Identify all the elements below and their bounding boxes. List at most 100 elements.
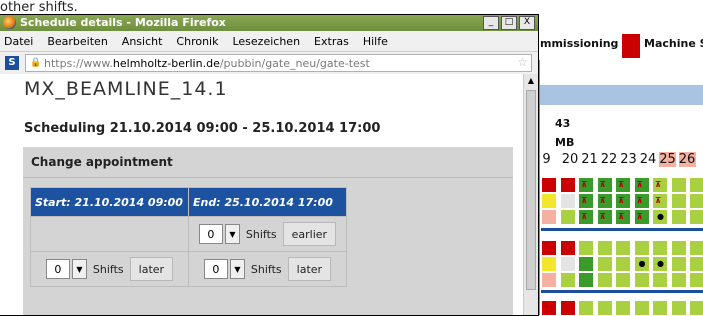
earlier-button[interactable]: earlier: [282, 222, 337, 246]
day-number: 24: [639, 152, 657, 167]
schedule-cell: [541, 300, 557, 316]
shift-dot-icon: ●: [657, 259, 664, 268]
shift-marker-icon: ⊼: [636, 180, 644, 189]
schedule-cell: [689, 240, 703, 256]
shift-marker-icon: ⊼: [599, 196, 607, 205]
panel-divider: [23, 177, 513, 178]
shifts-label: Shifts: [250, 262, 282, 276]
week-separator: [541, 228, 703, 231]
schedule-cell: ⊼: [633, 177, 650, 193]
dropdown-arrow-icon[interactable]: ▼: [71, 259, 87, 279]
shifts-select-start-later[interactable]: 0: [45, 259, 70, 279]
schedule-cell: [615, 300, 631, 316]
day-number: 20: [561, 152, 579, 167]
scheduling-heading: Scheduling 21.10.2014 09:00 - 25.10.2014…: [24, 121, 381, 136]
background-top-text: other shifts.: [0, 0, 78, 15]
week-number: 43: [555, 117, 571, 130]
schedule-cell: ⊼: [578, 177, 594, 193]
schedule-cell: ⊼: [615, 177, 631, 193]
schedule-cell: [559, 240, 576, 256]
day-number: 26: [678, 152, 696, 167]
day-number: 25: [659, 152, 676, 167]
vertical-scrollbar[interactable]: ▲: [523, 74, 538, 315]
schedule-cell: [596, 256, 613, 272]
bookmark-star-icon[interactable]: ☆: [517, 55, 528, 69]
later-button[interactable]: later: [129, 257, 174, 281]
maximize-button[interactable]: □: [501, 16, 517, 30]
shift-marker-icon: ⊼: [618, 196, 625, 205]
schedule-cell: [615, 272, 631, 288]
menu-lesezeichen[interactable]: Lesezeichen: [232, 35, 300, 48]
menu-bar: Datei Bearbeiten Ansicht Chronik Lesezei…: [0, 31, 538, 52]
schedule-cell: [596, 240, 613, 256]
url-field[interactable]: 🔒 https://www. helmholtz-berlin.de/pubbin…: [25, 54, 532, 72]
scroll-thumb[interactable]: [526, 90, 536, 290]
dropdown-arrow-icon[interactable]: ▼: [229, 259, 245, 279]
day-number: 21: [581, 152, 598, 167]
schedule-cell: ●: [652, 256, 668, 272]
week-separator: [541, 290, 703, 293]
schedule-cell: ⊼: [652, 177, 668, 193]
shift-marker-icon: ⊼: [655, 196, 662, 205]
shift-marker-icon: ⊼: [581, 196, 588, 205]
day-header-row: 9 20 21 22 23 24 25 26: [538, 151, 703, 169]
schedule-cell: ⊼: [596, 177, 613, 193]
menu-chronik[interactable]: Chronik: [176, 35, 218, 48]
dropdown-arrow-icon[interactable]: ▼: [224, 224, 240, 244]
day-number: 9: [542, 152, 551, 167]
menu-bearbeiten[interactable]: Bearbeiten: [47, 35, 107, 48]
schedule-cell: [578, 300, 594, 316]
firefox-window: Schedule details - Mozilla Firefox _ □ X…: [0, 15, 538, 315]
menu-ansicht[interactable]: Ansicht: [122, 35, 163, 48]
schedule-cell: [541, 193, 557, 209]
url-domain: helmholtz-berlin.de: [112, 56, 220, 70]
schedule-cell: ●: [633, 256, 650, 272]
day-number: 23: [620, 152, 637, 167]
schedule-cell: [670, 240, 687, 256]
schedule-cell: [670, 209, 687, 225]
shifts-select-end-earlier[interactable]: 0: [198, 224, 223, 244]
window-title: Schedule details - Mozilla Firefox: [20, 16, 226, 29]
menu-hilfe[interactable]: Hilfe: [363, 35, 388, 48]
url-prefix: https://www.: [44, 56, 113, 70]
schedule-cell: [559, 300, 576, 316]
schedule-cell: ⊼: [596, 209, 613, 225]
minimize-button[interactable]: _: [483, 16, 499, 30]
schedule-cell: [559, 193, 576, 209]
schedule-cell: ⊼: [615, 193, 631, 209]
schedule-cell: ⊼: [578, 193, 594, 209]
day-number: 22: [600, 152, 618, 167]
schedule-cell: [541, 177, 557, 193]
schedule-cell: [689, 193, 703, 209]
end-header: End: 25.10.2014 17:00: [188, 187, 347, 217]
commissioning-label: mmissioning: [540, 37, 619, 50]
schedule-cell: [596, 272, 613, 288]
page-content: MX_BEAMLINE_14.1 Scheduling 21.10.2014 0…: [0, 74, 524, 315]
end-earlier-cell: 0 ▼ Shifts earlier: [188, 216, 347, 252]
menu-extras[interactable]: Extras: [314, 35, 349, 48]
schedule-cell: ⊼: [578, 209, 594, 225]
schedule-cell: [541, 256, 557, 272]
schedule-cell: [578, 256, 594, 272]
later-button[interactable]: later: [287, 257, 332, 281]
schedule-cell: [670, 256, 687, 272]
close-button[interactable]: X: [519, 16, 535, 30]
schedule-cell: [689, 256, 703, 272]
panel-title: Change appointment: [31, 155, 173, 169]
shift-dot-icon: ●: [657, 212, 664, 221]
scroll-up-icon[interactable]: ▲: [526, 76, 536, 86]
shift-marker-icon: ⊼: [636, 212, 644, 221]
shifts-select-end-later[interactable]: 0: [203, 259, 228, 279]
change-appointment-panel: Change appointment Start: 21.10.2014 09:…: [23, 147, 513, 315]
schedule-cell: [689, 209, 703, 225]
firefox-icon: [3, 16, 16, 29]
menu-datei[interactable]: Datei: [4, 35, 33, 48]
shift-marker-icon: ⊼: [618, 180, 625, 189]
schedule-cell: [541, 272, 557, 288]
url-path: /pubbin/gate_neu/gate-test: [219, 56, 370, 70]
schedule-cell: [652, 300, 668, 316]
empty-cell: [30, 216, 189, 252]
schedule-cell: [596, 300, 613, 316]
shift-marker-icon: ⊼: [581, 212, 588, 221]
title-bar: Schedule details - Mozilla Firefox _ □ X: [0, 15, 538, 31]
